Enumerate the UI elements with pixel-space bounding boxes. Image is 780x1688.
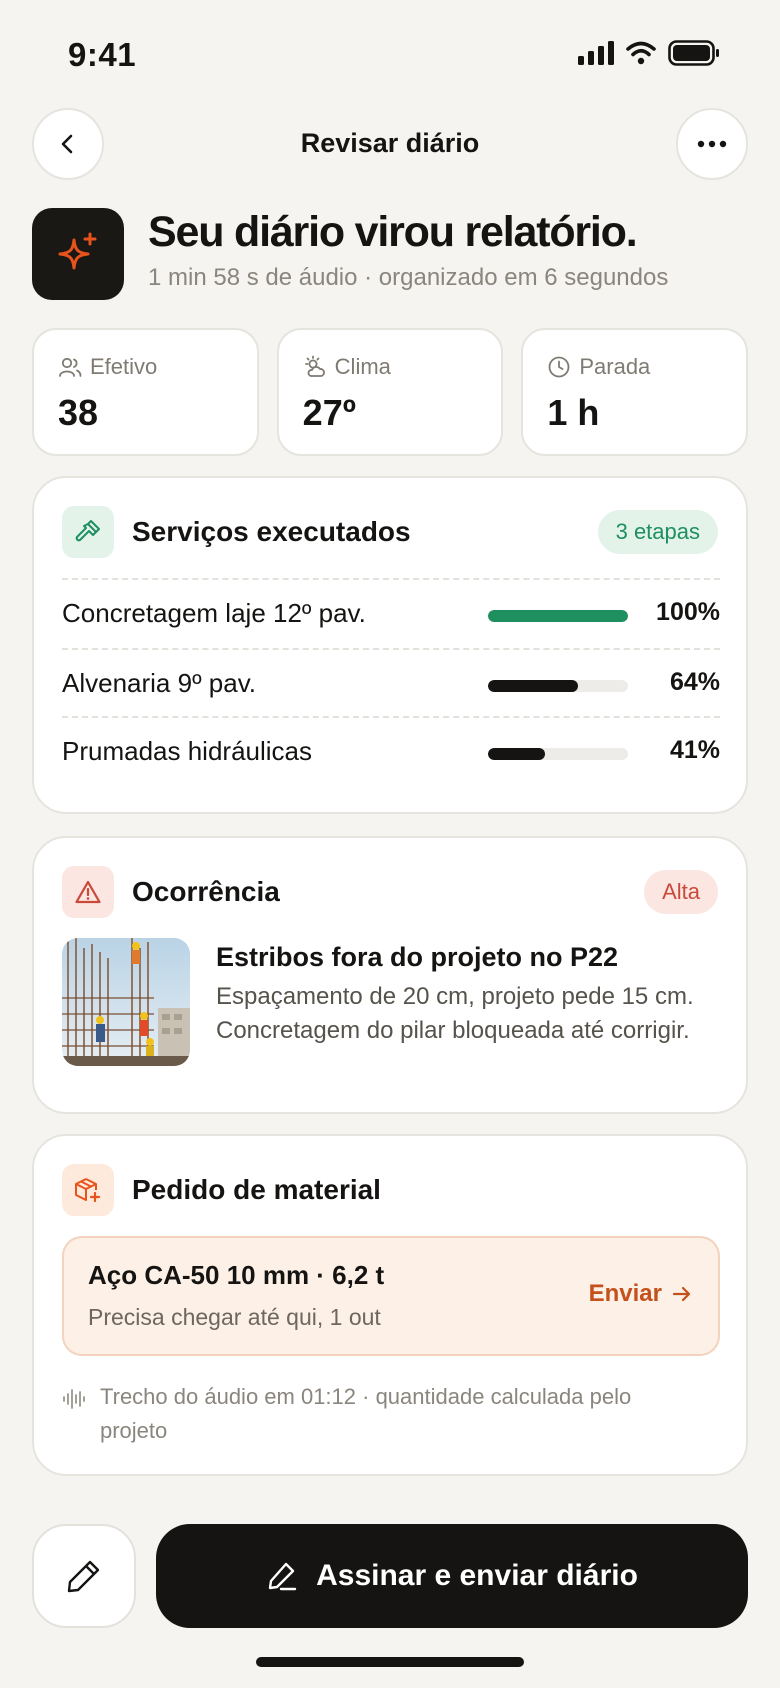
services-title: Serviços executados	[132, 516, 411, 547]
occurrence-title: Ocorrência	[132, 876, 280, 907]
service-name: Concretagem laje 12º pav.	[62, 598, 366, 628]
bottom-action-bar: Assinar e enviar diário	[32, 1524, 748, 1628]
home-indicator	[256, 1657, 524, 1667]
package-add-icon	[75, 1178, 101, 1203]
pencil-icon	[67, 1560, 100, 1593]
services-card: Serviços executados 3 etapas Concretagem…	[32, 476, 748, 814]
more-options-button[interactable]	[676, 108, 748, 180]
stat-value: 27º	[302, 392, 356, 433]
audio-waveform-icon	[63, 1389, 85, 1409]
stat-value: 1 h	[547, 392, 600, 433]
send-label: Enviar	[588, 1280, 662, 1307]
material-card: Pedido de material Aço CA-50 10 mm · 6,2…	[32, 1134, 748, 1476]
stat-label-wrap: Parada	[547, 354, 650, 380]
status-bar: 9:41	[0, 0, 780, 100]
stat-label: Parada	[579, 354, 651, 379]
signature-pen-icon	[268, 1562, 297, 1591]
wifi-icon	[626, 41, 656, 65]
service-progress-bar	[488, 680, 628, 692]
service-name: Alvenaria 9º pav.	[62, 668, 257, 698]
status-time: 9:41	[68, 36, 137, 73]
material-icon-badge	[62, 1164, 114, 1216]
signal-icon	[578, 41, 614, 65]
more-dots-icon	[697, 140, 727, 148]
back-button[interactable]	[32, 108, 104, 180]
battery-icon	[668, 40, 719, 66]
occurrence-icon-badge	[62, 866, 114, 918]
material-item-deadline: Precisa chegar até qui, 1 out	[88, 1304, 381, 1330]
stat-label: Efetivo	[90, 354, 158, 379]
occurrence-photo[interactable]	[62, 938, 190, 1066]
service-row: Concretagem laje 12º pav. 100%	[62, 578, 720, 646]
material-item-title: Aço CA-50 10 mm · 6,2 t	[88, 1260, 385, 1290]
stat-label: Clima	[334, 354, 391, 379]
hero-subtitle: 1 min 58 s de áudio · organizado em 6 se…	[148, 264, 669, 291]
chevron-left-icon	[61, 134, 73, 154]
service-progress-fill	[488, 680, 578, 692]
stat-card-efetivo[interactable]: Efetivo 38	[32, 328, 259, 456]
status-icons	[578, 40, 720, 66]
construction-photo	[62, 938, 190, 1066]
service-row: Prumadas hidráulicas 41%	[62, 716, 720, 784]
stat-label-wrap: Clima	[303, 354, 391, 380]
occurrence-item-title: Estribos fora do projeto no P22	[216, 942, 619, 972]
sparkle-icon	[58, 232, 97, 270]
page-title: Revisar diário	[300, 128, 480, 158]
audio-excerpt-note: Trecho do áudio em 01:12 · quantidade ca…	[100, 1384, 632, 1443]
services-icon-badge	[62, 506, 114, 558]
service-progress-fill	[488, 610, 628, 622]
services-count-badge: 3 etapas	[597, 510, 718, 554]
warning-icon	[75, 880, 101, 904]
send-material-button[interactable]: Enviar	[589, 1280, 692, 1308]
occurrence-card[interactable]: Ocorrência Alta Estribos fora do projeto…	[32, 836, 748, 1114]
service-progress-bar	[488, 748, 628, 760]
arrow-right-icon	[672, 1286, 691, 1302]
sign-and-send-button[interactable]: Assinar e enviar diário	[156, 1524, 748, 1628]
stats-row: Efetivo 38 Clima 27º Parada 1 h	[32, 328, 749, 456]
service-row: Alvenaria 9º pav. 64%	[62, 648, 720, 716]
users-icon	[59, 357, 82, 377]
hero-summary: Seu diário virou relatório. 1 min 58 s d…	[32, 208, 748, 300]
stat-card-clima[interactable]: Clima 27º	[276, 328, 504, 456]
service-progress-fill	[488, 748, 546, 760]
stat-value: 38	[58, 392, 99, 433]
hero-title: Seu diário virou relatório.	[148, 208, 638, 256]
stat-label-wrap: Efetivo	[58, 354, 157, 380]
service-progress-bar	[488, 610, 628, 622]
material-title: Pedido de material	[132, 1174, 381, 1205]
top-header: Revisar diário	[32, 108, 748, 180]
service-percent: 100%	[656, 598, 720, 626]
material-request-item[interactable]: Aço CA-50 10 mm · 6,2 t Precisa chegar a…	[62, 1236, 720, 1356]
sun-cloud-icon	[304, 355, 325, 377]
occurrence-item-description: Espaçamento de 20 cm, projeto pede 15 cm…	[216, 983, 694, 1044]
edit-button[interactable]	[32, 1524, 136, 1628]
severity-badge: Alta	[644, 870, 718, 914]
service-percent: 64%	[669, 668, 720, 696]
sign-button-label: Assinar e enviar diário	[316, 1559, 638, 1592]
service-name: Prumadas hidráulicas	[62, 736, 313, 766]
hammer-icon	[75, 520, 100, 542]
service-percent: 41%	[669, 736, 720, 764]
clock-icon	[548, 356, 570, 378]
hero-badge	[32, 208, 124, 300]
stat-card-parada[interactable]: Parada 1 h	[521, 328, 749, 456]
